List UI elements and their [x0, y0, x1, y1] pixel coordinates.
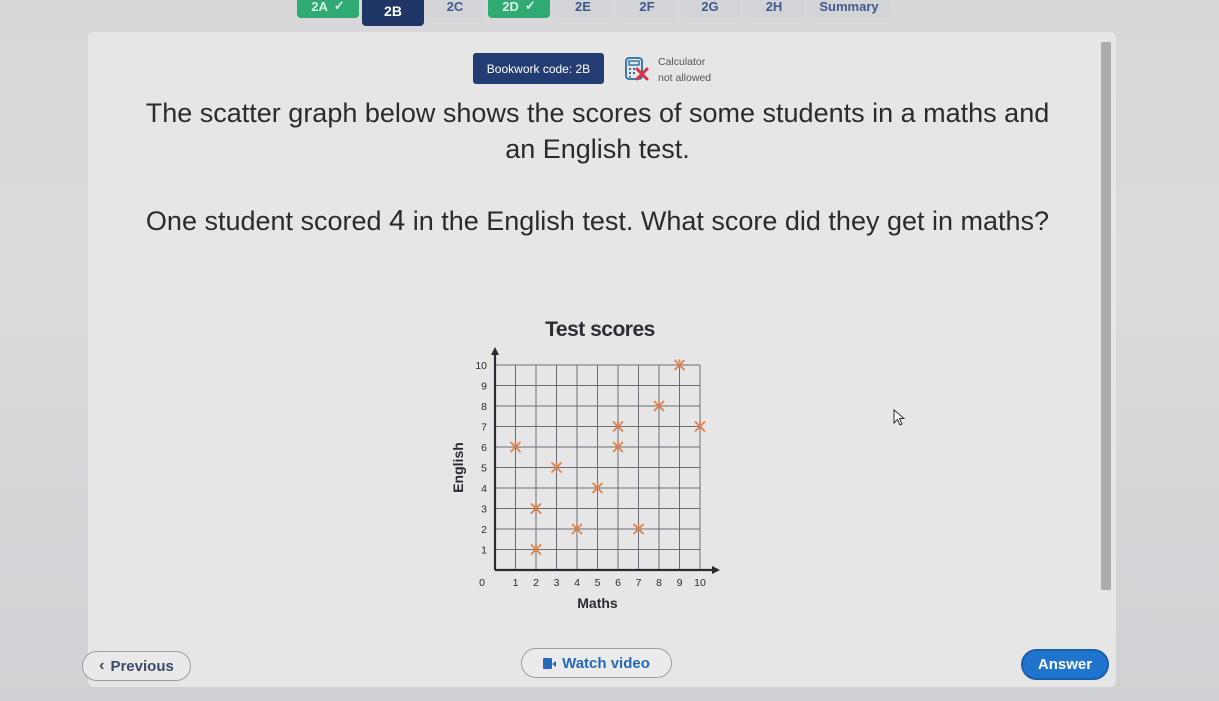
- y-tick-label: 7: [481, 422, 487, 434]
- x-tick-label: 4: [574, 577, 580, 589]
- tab-label: 2F: [639, 0, 655, 14]
- y-tick-label: 9: [481, 381, 487, 393]
- tab-label: 2C: [446, 0, 464, 14]
- tab-label: 2E: [575, 0, 591, 14]
- y-axis-label: English: [450, 442, 466, 493]
- chevron-left-icon: ‹: [99, 657, 105, 674]
- prompt-number: 4: [389, 205, 406, 237]
- x-tick-label: 1: [513, 577, 519, 589]
- answer-label: Answer: [1037, 656, 1093, 673]
- tab-label: 2A: [311, 0, 328, 14]
- tab-2a[interactable]: 2A ✓: [297, 0, 359, 18]
- x-tick-label: 9: [677, 577, 683, 589]
- checkmark-icon: ✓: [524, 0, 536, 13]
- tab-label: 2G: [701, 0, 719, 14]
- y-tick-label: 4: [481, 483, 487, 495]
- scrollbar[interactable]: [1101, 42, 1111, 590]
- mouse-cursor-icon: [893, 409, 906, 426]
- x-tick-label: 3: [554, 577, 560, 589]
- x-tick-label: 2: [533, 577, 539, 589]
- tab-label: 2H: [765, 0, 783, 14]
- prompt-text-before: One student scored: [145, 206, 390, 236]
- y-tick-label: 6: [481, 442, 487, 454]
- y-tick-label: 8: [481, 401, 487, 413]
- tab-summary[interactable]: Summary: [808, 0, 890, 18]
- scatter-chart: 1 2 3 4 5 6 7 8 9 10 1 2 3 4 5 6 7 8 9 10 0 Maths English: [450, 347, 720, 611]
- prompt-text-after: in the English test. What score did they…: [405, 206, 1050, 236]
- x-tick-label: 5: [595, 577, 601, 589]
- y-tick-label: 3: [481, 504, 487, 516]
- tab-label: 2B: [384, 3, 402, 19]
- chart-title: Test scores: [545, 318, 655, 341]
- y-axis-arrow-icon: [491, 347, 499, 355]
- question-prompt: One student scored 4 in the English test…: [120, 202, 1075, 240]
- tab-2f[interactable]: 2F: [617, 0, 677, 18]
- x-axis-arrow-icon: [712, 566, 720, 574]
- calculator-notice: Calculator not allowed: [624, 54, 734, 84]
- question-intro: The scatter graph below shows the scores…: [145, 98, 1050, 164]
- previous-label: Previous: [110, 657, 174, 675]
- tab-label: 2D: [502, 0, 519, 14]
- y-tick-label: 1: [481, 545, 487, 557]
- previous-button[interactable]: ‹ Previous: [82, 651, 191, 681]
- tab-label: Summary: [819, 0, 879, 14]
- x-tick-label: 6: [615, 577, 621, 589]
- tab-2b[interactable]: 2B: [362, 0, 424, 26]
- calculator-crossed-icon: [625, 57, 649, 81]
- x-tick-label: 8: [656, 577, 662, 589]
- checkmark-icon: ✓: [333, 0, 345, 13]
- y-tick-label: 2: [481, 524, 487, 536]
- watch-video-button[interactable]: Watch video: [521, 648, 672, 678]
- section-tabs: 2A ✓ 2B 2C 2D ✓ 2E 2F 2G 2H Summary: [0, 0, 1219, 30]
- answer-button[interactable]: Answer: [1021, 649, 1109, 680]
- origin-label: 0: [479, 577, 485, 589]
- calculator-label: Calculator: [658, 56, 706, 68]
- tab-2d[interactable]: 2D ✓: [488, 0, 550, 18]
- watch-video-label: Watch video: [562, 654, 650, 672]
- tab-2g[interactable]: 2G: [680, 0, 740, 18]
- tab-2c[interactable]: 2C: [425, 0, 485, 18]
- x-axis-label: Maths: [577, 595, 618, 611]
- y-tick-label: 10: [475, 360, 487, 372]
- x-tick-label: 7: [636, 577, 642, 589]
- video-camera-icon: [543, 657, 557, 669]
- tab-2e[interactable]: 2E: [553, 0, 613, 18]
- bookwork-code-badge: Bookwork code: 2B: [473, 53, 604, 84]
- calculator-status: not allowed: [658, 72, 712, 84]
- y-tick-label: 5: [481, 463, 487, 475]
- x-tick-label: 10: [694, 577, 706, 589]
- tab-2h[interactable]: 2H: [744, 0, 804, 18]
